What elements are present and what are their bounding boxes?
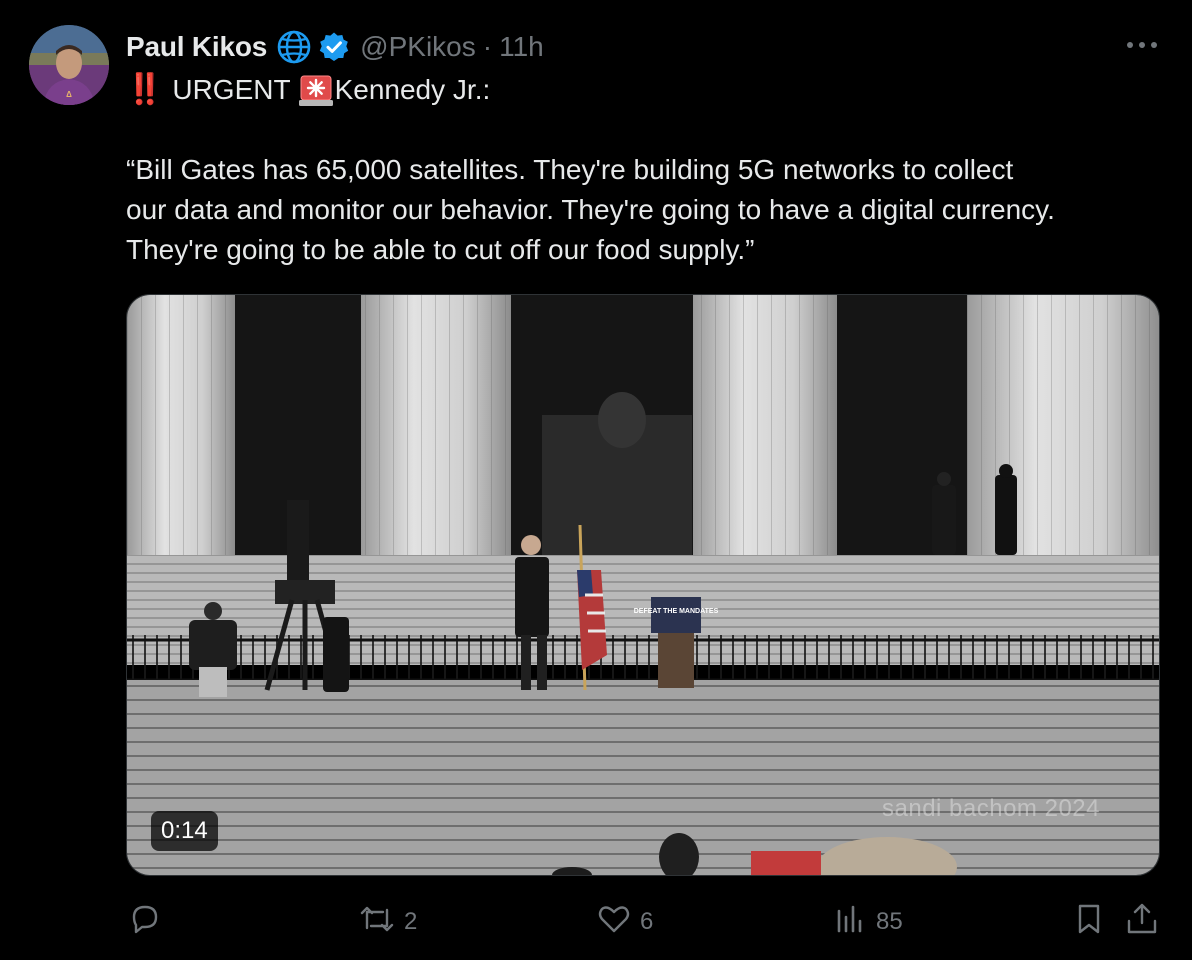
tweet-header: Paul Kikos @PKikos · 11h: [126, 28, 544, 66]
author-handle[interactable]: @PKikos: [360, 31, 476, 63]
double-exclamation-emoji: ‼️: [126, 73, 163, 106]
tweet-text: ‼️ URGENT Kennedy Jr.: “Bill Gates has 6…: [126, 70, 1166, 270]
like-count: 6: [640, 908, 654, 935]
share-icon: [1124, 901, 1160, 944]
subject-label: Kennedy Jr.:: [334, 74, 491, 105]
view-count: 85: [876, 908, 903, 935]
video-player[interactable]: DEFEAT THE MANDATES 0:14 sandi bachom 20…: [126, 294, 1160, 876]
views-button[interactable]: 85: [834, 900, 903, 944]
action-bar: 2 6 85: [126, 900, 1166, 944]
heart-icon: [596, 901, 632, 944]
bookmark-icon: [1072, 901, 1106, 944]
like-button[interactable]: 6: [596, 900, 653, 944]
bookmark-button[interactable]: [1072, 900, 1106, 944]
video-watermark: sandi bachom 2024: [882, 795, 1100, 822]
tweet[interactable]: Δ Paul Kikos @PKikos · 11h ‼️ URGENT Ken…: [0, 0, 1192, 960]
verified-badge-icon[interactable]: [318, 31, 350, 63]
video-frame: DEFEAT THE MANDATES: [127, 295, 1159, 875]
siren-icon: [298, 73, 333, 107]
video-duration: 0:14: [151, 811, 218, 851]
repost-button[interactable]: 2: [358, 900, 417, 944]
urgent-label: URGENT: [172, 74, 291, 105]
svg-text:Δ: Δ: [66, 90, 72, 99]
avatar-photo: Δ: [29, 25, 109, 105]
timestamp[interactable]: 11h: [499, 31, 544, 63]
quote-text: “Bill Gates has 65,000 satellites. They'…: [126, 154, 1055, 265]
separator-dot: ·: [482, 31, 493, 62]
podium-sign-text: DEFEAT THE MANDATES: [634, 608, 719, 615]
reply-icon: [126, 901, 162, 944]
more-options-icon[interactable]: [1124, 30, 1160, 60]
share-button[interactable]: [1124, 900, 1160, 944]
globe-icon: [276, 29, 312, 65]
reply-button[interactable]: [126, 900, 170, 944]
views-icon: [834, 901, 868, 944]
repost-icon: [358, 901, 396, 944]
avatar[interactable]: Δ: [29, 25, 109, 105]
author-name[interactable]: Paul Kikos: [126, 31, 267, 63]
repost-count: 2: [404, 908, 418, 935]
